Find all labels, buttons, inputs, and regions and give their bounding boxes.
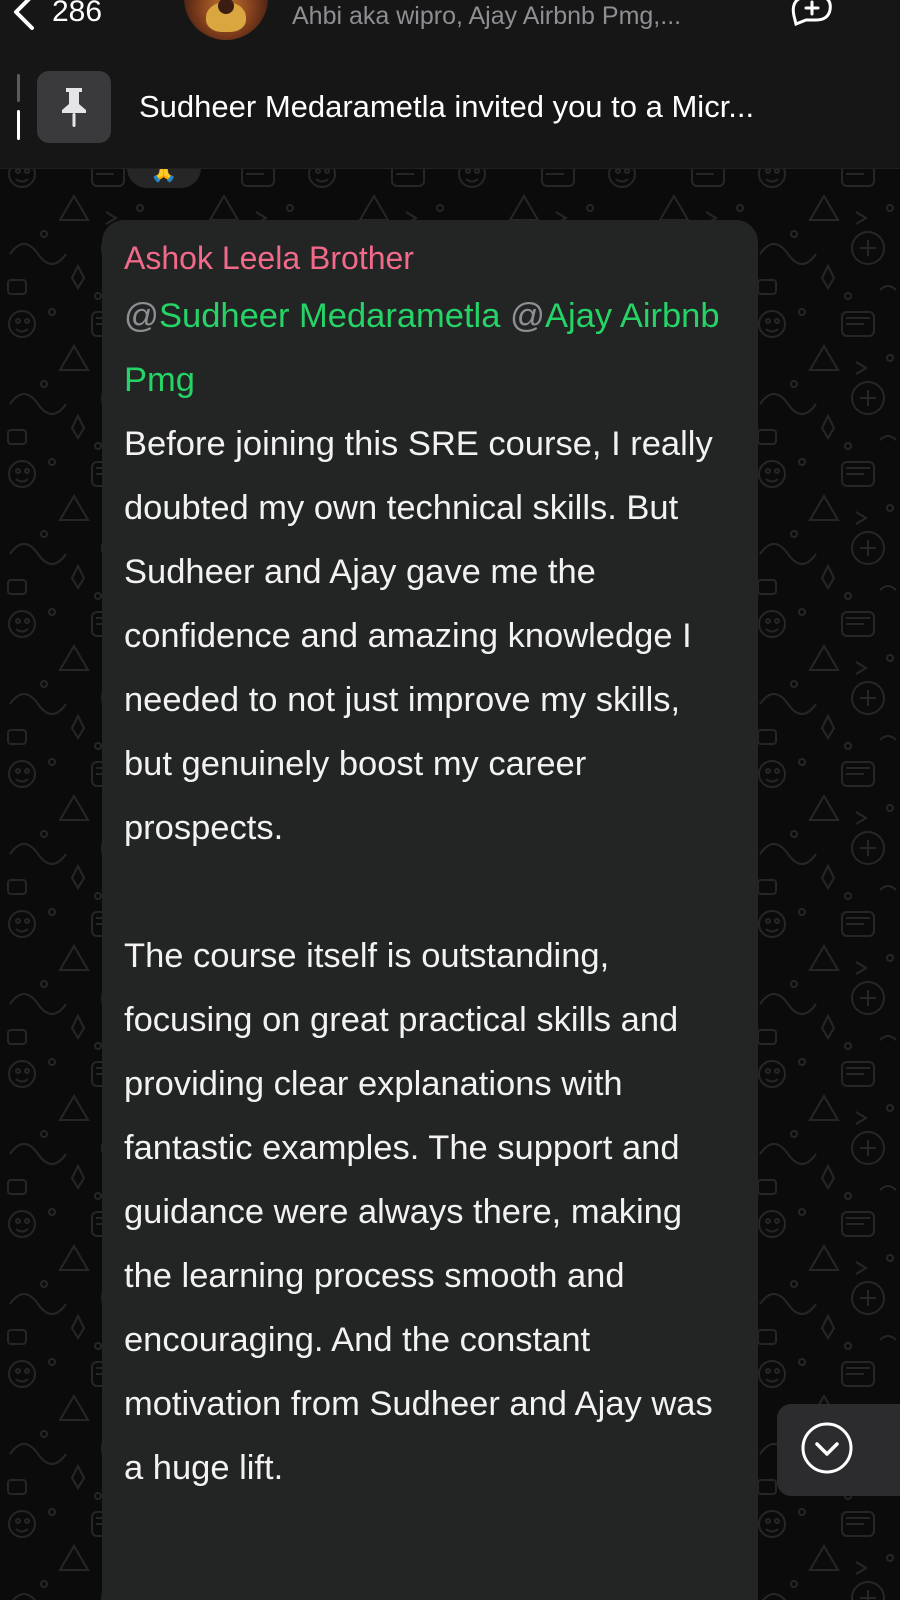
pinned-message-bar[interactable]: Sudheer Medarametla invited you to a Mic…: [0, 46, 900, 169]
pinned-message-text: Sudheer Medarametla invited you to a Mic…: [139, 89, 755, 124]
pin-icon: [37, 71, 111, 143]
chat-header: 286 Ahbi aka wipro, Ajay Airbnb Pmg,...: [0, 0, 900, 46]
message-bubble[interactable]: Ashok Leela Brother @Sudheer Medarametla…: [102, 220, 758, 1600]
mention-at-symbol: @: [124, 297, 160, 335]
chat-screen: 286 Ahbi aka wipro, Ajay Airbnb Pmg,...: [0, 0, 900, 1600]
add-call-icon: [786, 0, 838, 30]
message-paragraph-2: The course itself is outstanding, focusi…: [124, 937, 713, 1487]
group-members-subtitle[interactable]: Ahbi aka wipro, Ajay Airbnb Pmg,...: [292, 2, 752, 31]
mention-at-symbol: @: [510, 297, 546, 335]
pin-indicator-active: [17, 110, 20, 140]
add-call-button[interactable]: [786, 0, 838, 27]
message-body: @Sudheer Medarametla @Ajay Airbnb Pmg Be…: [124, 284, 736, 1500]
mention-sudheer[interactable]: Sudheer Medarametla: [159, 297, 500, 335]
group-avatar[interactable]: [184, 0, 268, 40]
pin-indicator-inactive: [17, 74, 20, 102]
mentions-line: @Sudheer Medarametla @Ajay Airbnb Pmg: [124, 284, 736, 412]
chevron-down-circle-icon: [800, 1421, 854, 1480]
chevron-left-icon: [10, 0, 38, 32]
unread-count: 286: [52, 0, 103, 28]
sender-name[interactable]: Ashok Leela Brother: [124, 238, 414, 278]
back-button[interactable]: 286: [10, 0, 140, 34]
scroll-to-bottom-button[interactable]: [777, 1404, 900, 1496]
message-paragraph-1: Before joining this SRE course, I really…: [124, 425, 713, 847]
